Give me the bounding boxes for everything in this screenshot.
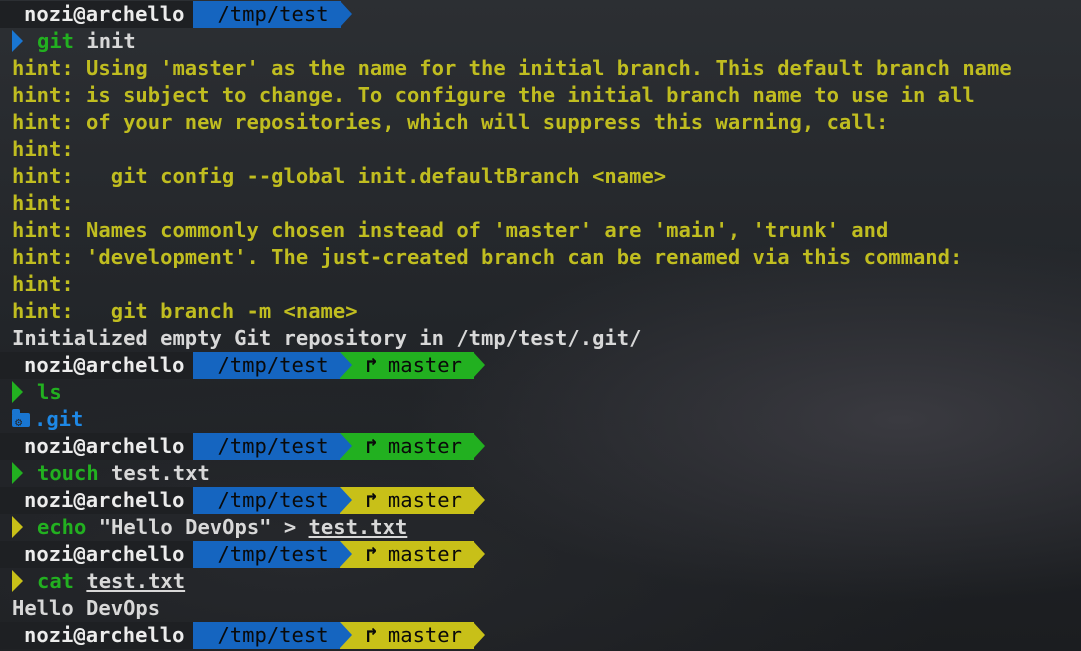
branch-name: master <box>387 542 462 566</box>
prompt-line: nozi@archello/tmp/test ↱ master <box>0 487 1081 514</box>
terminal-line-hint: hint: <box>0 136 1081 163</box>
command-args: test.txt <box>98 461 210 485</box>
command-name: ls <box>37 380 62 404</box>
git-end-arrow <box>472 487 485 513</box>
prompt-git-branch: ↱ master <box>339 487 474 514</box>
command-name: git <box>37 29 75 53</box>
branch-name: master <box>387 488 462 512</box>
git-end-arrow <box>472 622 485 648</box>
hint-text: hint: Using 'master' as the name for the… <box>12 56 1012 80</box>
output-text: Hello DevOps <box>12 596 161 620</box>
hint-text: hint: of your new repositories, which wi… <box>12 110 889 134</box>
command-line: git init <box>0 28 1081 55</box>
command-line: touch test.txt <box>0 460 1081 487</box>
prompt-git-branch: ↱ master <box>339 352 474 379</box>
hint-text: hint: <box>12 191 74 215</box>
prompt-git-branch: ↱ master <box>339 433 474 460</box>
git-end-arrow <box>472 352 485 378</box>
terminal-line-hint: hint: of your new repositories, which wi… <box>0 109 1081 136</box>
branch-name: master <box>387 623 462 647</box>
prompt-path: /tmp/test <box>193 433 341 460</box>
command-args: init <box>74 29 136 53</box>
prompt-path: /tmp/test <box>193 541 341 568</box>
hint-text: hint: git config --global init.defaultBr… <box>12 164 667 188</box>
terminal-line-output: Hello DevOps <box>0 595 1081 622</box>
git-branch-icon: ↱ <box>365 623 378 647</box>
command-line: cat test.txt <box>0 568 1081 595</box>
path-separator-arrow <box>339 622 352 648</box>
hint-text: hint: <box>12 272 74 296</box>
prompt-user-host: nozi@archello <box>0 352 195 379</box>
hint-text: hint: is subject to change. To configure… <box>12 83 975 107</box>
terminal-line-output: Initialized empty Git repository in /tmp… <box>0 325 1081 352</box>
path-separator-arrow <box>339 487 352 513</box>
file-argument: test.txt <box>86 569 186 593</box>
command-args: "Hello DevOps" > <box>86 515 309 539</box>
powerline-prompt: nozi@archello/tmp/test ↱ master <box>0 352 485 379</box>
terminal-line-hint: hint: is subject to change. To configure… <box>0 82 1081 109</box>
terminal-line-hint: hint: git config --global init.defaultBr… <box>0 163 1081 190</box>
prompt-git-branch: ↱ master <box>339 541 474 568</box>
prompt-line: nozi@archello/tmp/test ↱ master <box>0 352 1081 379</box>
prompt-line: nozi@archello/tmp/test ↱ master <box>0 622 1081 649</box>
prompt-line: nozi@archello/tmp/test ↱ master <box>0 433 1081 460</box>
powerline-prompt: nozi@archello/tmp/test ↱ master <box>0 541 485 568</box>
path-separator-arrow <box>339 433 352 459</box>
terminal-line-hint: hint: Names commonly chosen instead of '… <box>0 217 1081 244</box>
prompt-path: /tmp/test <box>193 487 341 514</box>
prompt-user-host: nozi@archello <box>0 487 195 514</box>
git-end-arrow <box>472 433 485 459</box>
terminal-line-hint: hint: <box>0 190 1081 217</box>
terminal-line-dir: .git <box>0 406 1081 433</box>
file-argument: test.txt <box>308 515 408 539</box>
prompt-path: /tmp/test <box>193 1 341 28</box>
prompt-user-host: nozi@archello <box>0 541 195 568</box>
output-text: Initialized empty Git repository in /tmp… <box>12 326 642 350</box>
chevron-right-icon <box>12 516 23 538</box>
git-branch-icon: ↱ <box>365 434 378 458</box>
prompt-git-branch: ↱ master <box>339 622 474 649</box>
prompt-user-host: nozi@archello <box>0 1 195 28</box>
git-branch-icon: ↱ <box>365 353 378 377</box>
hint-text: hint: <box>12 137 74 161</box>
prompt-user-host: nozi@archello <box>0 433 195 460</box>
git-folder-icon <box>12 409 30 433</box>
powerline-prompt: nozi@archello/tmp/test ↱ master <box>0 433 485 460</box>
powerline-prompt: nozi@archello/tmp/test <box>0 1 352 28</box>
git-end-arrow <box>472 541 485 567</box>
hint-text: hint: Names commonly chosen instead of '… <box>12 218 889 242</box>
terminal-line-hint: hint: 'development'. The just-created br… <box>0 244 1081 271</box>
command-name: echo <box>37 515 87 539</box>
chevron-right-icon <box>12 30 23 52</box>
chevron-right-icon <box>12 570 23 592</box>
path-separator-arrow <box>339 541 352 567</box>
prompt-path: /tmp/test <box>193 622 341 649</box>
prompt-line: nozi@archello/tmp/test <box>0 1 1081 28</box>
branch-name: master <box>387 434 462 458</box>
command-line: echo "Hello DevOps" > test.txt <box>0 514 1081 541</box>
terminal-line-hint: hint: <box>0 271 1081 298</box>
prompt-user-host: nozi@archello <box>0 622 195 649</box>
hint-text: hint: git branch -m <name> <box>12 299 358 323</box>
command-line: ls <box>0 379 1081 406</box>
prompt-line: nozi@archello/tmp/test ↱ master <box>0 541 1081 568</box>
git-branch-icon: ↱ <box>365 542 378 566</box>
terminal-window[interactable]: nozi@archello/tmp/test git init hint: Usin… <box>0 0 1081 651</box>
command-args <box>74 569 86 593</box>
powerline-prompt: nozi@archello/tmp/test ↱ master <box>0 487 485 514</box>
terminal-line-hint: hint: Using 'master' as the name for the… <box>0 55 1081 82</box>
hint-text: hint: 'development'. The just-created br… <box>12 245 963 269</box>
command-name: cat <box>37 569 75 593</box>
command-name: touch <box>37 461 99 485</box>
prompt-path: /tmp/test <box>193 352 341 379</box>
git-branch-icon: ↱ <box>365 488 378 512</box>
chevron-right-icon <box>12 462 23 484</box>
path-end-arrow <box>339 1 352 27</box>
chevron-right-icon <box>12 381 23 403</box>
powerline-prompt: nozi@archello/tmp/test ↱ master <box>0 622 485 649</box>
terminal-line-hint: hint: git branch -m <name> <box>0 298 1081 325</box>
branch-name: master <box>387 353 462 377</box>
directory-entry: .git <box>34 407 84 431</box>
path-separator-arrow <box>339 352 352 378</box>
